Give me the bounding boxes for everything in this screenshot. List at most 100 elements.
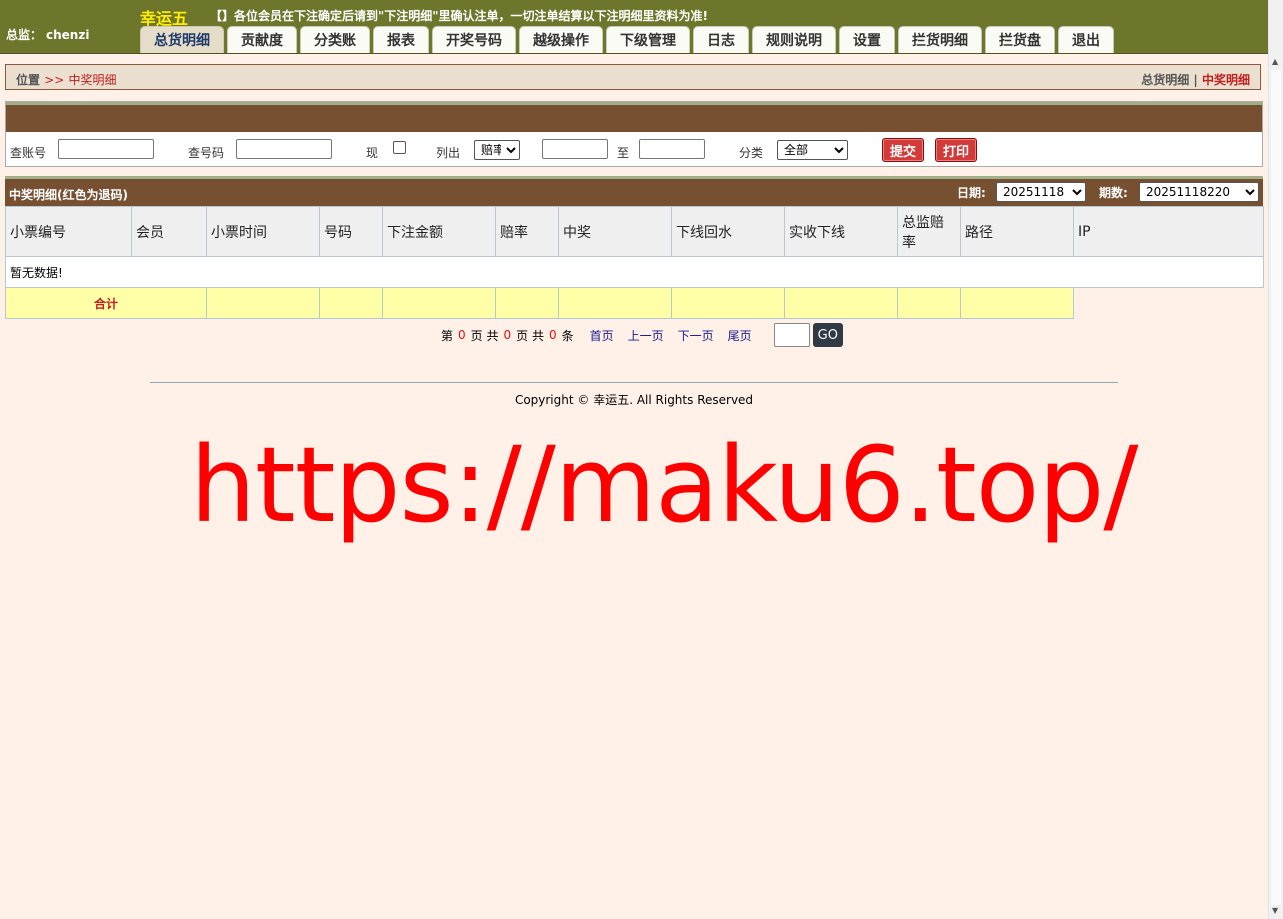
top-header: 总监： chenzi 幸运五 【】各位会员在下注确定后请到"下注明细"里确认注单，… (0, 0, 1268, 54)
account-label: 查账号 (10, 146, 47, 160)
column-header: 号码 (319, 206, 383, 257)
period-label: 期数: (1099, 186, 1128, 200)
filter-row: 查账号 查号码 现 列出 赔率 至 分类 全部 提交 打印 (6, 138, 1262, 162)
nav-tab[interactable]: 拦货盘 (985, 26, 1055, 53)
nav-tab[interactable]: 日志 (693, 26, 749, 53)
column-header: 赔率 (495, 206, 559, 257)
nav-tab[interactable]: 规则说明 (752, 26, 836, 53)
total-cell (960, 287, 1074, 319)
total-cell (495, 287, 559, 319)
nav-tab[interactable]: 报表 (373, 26, 429, 53)
nav-tab[interactable]: 退出 (1058, 26, 1114, 53)
range-from-input[interactable] (542, 139, 608, 159)
filter-panel-header (6, 102, 1262, 132)
vertical-scrollbar[interactable]: ▲ ▼ (1268, 0, 1283, 919)
nav-tab[interactable]: 设置 (839, 26, 895, 53)
results-title-bar: 中奖明细(红色为退码) 日期: 20251118 期数: 20251118220 (5, 176, 1263, 206)
nav-tab[interactable]: 总货明细 (140, 26, 224, 53)
category-select[interactable]: 全部 (777, 140, 848, 160)
nav-tab[interactable]: 分类账 (300, 26, 370, 53)
pager-page-input[interactable] (773, 323, 810, 347)
breadcrumb-separator: >> (44, 73, 65, 87)
scrollbar-thumb[interactable] (1271, 70, 1281, 905)
results-title: 中奖明细(红色为退码) (9, 188, 128, 202)
user-info: 总监： chenzi (6, 26, 89, 43)
list-label: 列出 (436, 146, 461, 160)
main-nav-tabs: 总货明细 贡献度 分类账 报表 开奖号码 越级操作 下级管理 日志 规则说明 设置 拦货明细 拦货盘退… (140, 26, 1117, 53)
table-total-row: 合计 (5, 287, 1264, 319)
nav-tab[interactable]: 越级操作 (519, 26, 603, 53)
column-header: 小票时间 (206, 206, 320, 257)
breadcrumb-prefix: 位置 (16, 73, 41, 87)
submit-button[interactable]: 提交 (882, 138, 925, 162)
pager-total-records: 0 (548, 328, 557, 342)
pager-current-page: 0 (458, 328, 466, 342)
account-input[interactable] (58, 139, 154, 159)
number-label: 查号码 (188, 146, 225, 160)
total-cell (897, 287, 961, 319)
total-cell (784, 287, 898, 319)
column-header: 小票编号 (5, 206, 132, 257)
breadcrumb-right-current[interactable]: 中奖明细 (1202, 73, 1250, 87)
date-select[interactable]: 20251118 (996, 182, 1086, 202)
pager-go-button[interactable]: GO (812, 323, 843, 347)
column-header: 实收下线 (784, 206, 898, 257)
total-cell (319, 287, 383, 319)
total-cell (382, 287, 496, 319)
nav-tab[interactable]: 开奖号码 (432, 26, 516, 53)
nav-tab[interactable]: 贡献度 (227, 26, 297, 53)
scroll-down-arrow-icon[interactable]: ▼ (1272, 907, 1278, 915)
number-input[interactable] (236, 139, 332, 159)
pager-total-pages: 0 (503, 328, 512, 342)
column-header: IP (1073, 206, 1264, 257)
pager-text-2: 页 共 (516, 328, 544, 343)
pager-last-link[interactable]: 尾页 (728, 327, 752, 344)
copyright-text: Copyright © 幸运五. All Rights Reserved (514, 393, 754, 407)
current-checkbox[interactable] (393, 141, 406, 154)
range-to-input[interactable] (639, 139, 705, 159)
period-select[interactable]: 20251118220 (1139, 182, 1259, 202)
date-label: 日期: (957, 186, 986, 200)
scroll-up-arrow-icon[interactable]: ▲ (1272, 58, 1278, 66)
pagination: 第 0 页 共 0 页 共 0 条 首页 上一页 下一页 尾页 GO (441, 322, 843, 348)
nav-tab[interactable]: 下级管理 (606, 26, 690, 53)
breadcrumb-left: 位置 >> 中奖明细 (16, 71, 117, 88)
pager-prefix: 第 (441, 328, 454, 343)
column-header: 会员 (131, 206, 207, 257)
table-empty-row: 暂无数据! (5, 256, 1264, 288)
notice-marquee: 【】各位会员在下注确定后请到"下注明细"里确认注单，一切注单结算以下注明细里资料… (210, 9, 708, 23)
pager-next-link[interactable]: 下一页 (678, 327, 714, 344)
column-header: 下线回水 (671, 206, 785, 257)
pager-text-1: 页 共 (470, 328, 499, 343)
breadcrumb-right: 总货明细 | 中奖明细 (1141, 71, 1250, 88)
filter-panel: 查账号 查号码 现 列出 赔率 至 分类 全部 提交 打印 (5, 101, 1263, 167)
column-header: 下注金额 (382, 206, 496, 257)
user-role-label: 总监： (6, 28, 43, 42)
range-to-label: 至 (617, 146, 630, 160)
column-header: 中奖 (558, 206, 672, 257)
pager-prev-link[interactable]: 上一页 (628, 327, 664, 344)
total-cell (558, 287, 672, 319)
pager-first-link[interactable]: 首页 (590, 327, 614, 344)
footer-divider (150, 382, 1118, 383)
category-label: 分类 (739, 146, 764, 160)
breadcrumb: 位置 >> 中奖明细 总货明细 | 中奖明细 (5, 64, 1261, 90)
user-name: chenzi (46, 28, 90, 42)
breadcrumb-link-total-detail[interactable]: 总货明细 (1141, 73, 1189, 87)
nav-tab[interactable]: 拦货明细 (898, 26, 982, 53)
column-header: 总监赔率 (897, 206, 961, 257)
total-label: 合计 (5, 287, 207, 319)
watermark-url: https://maku6.top/ (190, 424, 1138, 546)
breadcrumb-current: 中奖明细 (68, 73, 117, 87)
list-select[interactable]: 赔率 (474, 140, 520, 160)
column-header: 路径 (960, 206, 1074, 257)
print-button[interactable]: 打印 (935, 138, 978, 162)
current-label: 现 (366, 146, 379, 160)
table-header-row: 小票编号 会员 小票时间 号码 下注金额 赔率 中奖 下线回水 实收下线 总监赔率 路径 IP (5, 206, 1264, 257)
results-table: 小票编号 会员 小票时间 号码 下注金额 赔率 中奖 下线回水 实收下线 总监赔率 路径 IP 暂无数… (5, 206, 1264, 319)
empty-message: 暂无数据! (5, 256, 1264, 288)
total-cell (206, 287, 320, 319)
total-cell (671, 287, 785, 319)
breadcrumb-right-separator: | (1193, 73, 1198, 87)
pager-suffix: 条 (561, 328, 574, 343)
